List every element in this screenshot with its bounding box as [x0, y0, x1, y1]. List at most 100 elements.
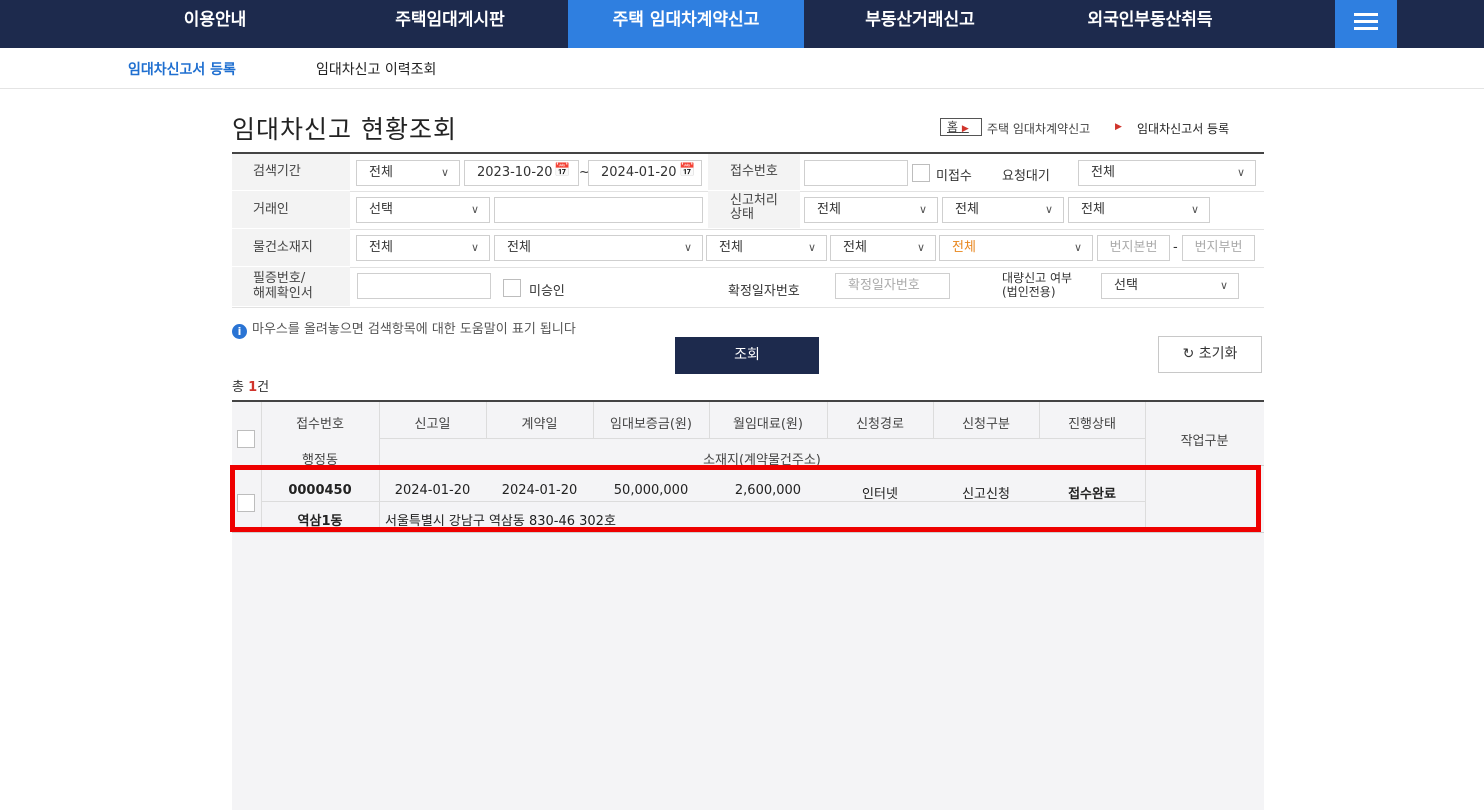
period-select-value: 전체 [369, 165, 393, 180]
search-row-location: 물건소재지 전체 ∨ 전체 ∨ 전체 ∨ 전체 ∨ 전체 ∨ 번지본번 - 번지부번 [232, 229, 1264, 268]
search-form: 검색기간 전체 ∨ 2023-10-20 📅 ~ 2024-01-20 📅 접수번… [232, 152, 1264, 309]
col-header-deposit[interactable]: 임대보증금(원) [593, 413, 709, 432]
col-header-report-date[interactable]: 신고일 [379, 413, 486, 432]
process-status-select-3[interactable]: 전체 ∨ [1068, 197, 1210, 223]
confirm-date-input[interactable]: 확정일자번호 [835, 273, 950, 299]
info-icon: i [232, 324, 247, 339]
lot-dash: - [1173, 240, 1178, 255]
unapproved-label: 미승인 [529, 284, 565, 299]
reset-button[interactable]: ↻ 초기화 [1158, 336, 1262, 373]
chevron-down-icon: ∨ [1236, 166, 1245, 179]
col-header-address: 소재지(계약물건주소) [703, 453, 821, 468]
lot-main-placeholder: 번지본번 [1109, 240, 1158, 255]
chevron-down-icon: ∨ [440, 166, 449, 179]
help-text: i 마우스를 올려놓으면 검색항목에 대한 도움말이 표기 됩니다 [232, 318, 576, 339]
cell-dong: 역삼1동 [297, 514, 343, 529]
chevron-down-icon: ∨ [918, 203, 927, 216]
trader-name-input[interactable] [494, 197, 703, 223]
total-prefix: 총 [232, 380, 249, 395]
col-header-contract-date[interactable]: 계약일 [486, 413, 593, 432]
receipt-no-input[interactable] [804, 160, 908, 186]
col-header-receipt-no[interactable]: 접수번호 [261, 413, 379, 432]
chevron-down-icon: ∨ [1219, 279, 1228, 292]
chevron-down-icon: ∨ [916, 241, 925, 254]
lot-main-input[interactable]: 번지본번 [1097, 235, 1170, 261]
receipt-no-label: 접수번호 [708, 154, 800, 190]
col-header-rent[interactable]: 월임대료(원) [709, 413, 827, 432]
subnav-item-register[interactable]: 임대차신고서 등록 [128, 59, 236, 79]
date-from-value: 2023-10-20 [477, 165, 553, 180]
period-label: 검색기간 [232, 154, 350, 190]
process-status-value: 전체 [1081, 202, 1105, 217]
calendar-icon[interactable]: 📅 [554, 163, 570, 178]
caret-right-icon: ▶ [1115, 122, 1122, 132]
process-status-select-2[interactable]: 전체 ∨ [942, 197, 1064, 223]
request-wait-select[interactable]: 전체 ∨ [1078, 160, 1256, 186]
nav-item-real-estate-report[interactable]: 부동산거래신고 [840, 0, 1000, 48]
nav-item-rental-report[interactable]: 주택 임대차계약신고 [568, 0, 804, 48]
not-received-checkbox[interactable] [912, 164, 930, 182]
top-navigation: 이용안내 주택임대게시판 주택 임대차계약신고 부동산거래신고 외국인부동산취득 [0, 0, 1484, 48]
process-status-select-1[interactable]: 전체 ∨ [804, 197, 938, 223]
not-received-label: 미접수 [936, 169, 972, 184]
location-label: 물건소재지 [232, 229, 350, 266]
chevron-down-icon: ∨ [470, 203, 479, 216]
location-value: 전체 [507, 240, 531, 255]
cell-receipt-no[interactable]: 0000450 [261, 483, 379, 498]
location-value: 전체 [952, 240, 976, 255]
breadcrumb-current: 임대차신고서 등록 [1137, 122, 1230, 136]
search-row-certificate: 필증번호/ 해제확인서 미승인 확정일자번호 확정일자번호 대량신고 여부 (법… [232, 267, 1264, 308]
cert-label: 필증번호/ 해제확인서 [232, 267, 350, 306]
confirm-date-label: 확정일자번호 [728, 284, 800, 299]
breadcrumb-home-link[interactable]: 홈 ▶ [940, 118, 982, 136]
cell-report-date: 2024-01-20 [394, 483, 471, 498]
divider [379, 438, 1145, 439]
confirm-date-placeholder: 확정일자번호 [848, 278, 920, 293]
hamburger-menu-icon[interactable] [1335, 0, 1397, 48]
process-status-value: 전체 [955, 202, 979, 217]
sub-navigation: 임대차신고서 등록 임대차신고 이력조회 [0, 48, 1484, 89]
cell-contract-date: 2024-01-20 [501, 483, 578, 498]
nav-item-guide[interactable]: 이용안내 [140, 0, 290, 48]
process-status-value: 전체 [817, 202, 841, 217]
period-select[interactable]: 전체 ∨ [356, 160, 460, 186]
search-button[interactable]: 조회 [675, 337, 819, 374]
search-row-period: 검색기간 전체 ∨ 2023-10-20 📅 ~ 2024-01-20 📅 접수번… [232, 154, 1264, 192]
location-sido-select[interactable]: 전체 ∨ [356, 235, 490, 261]
row-checkbox[interactable] [237, 494, 255, 512]
location-ri-select[interactable]: 전체 ∨ [830, 235, 936, 261]
chevron-down-icon: ∨ [1190, 203, 1199, 216]
nav-item-rental-board[interactable]: 주택임대게시판 [370, 0, 530, 48]
location-dong-select[interactable]: 전체 ∨ [706, 235, 827, 261]
col-header-status[interactable]: 진행상태 [1039, 413, 1145, 432]
request-wait-label: 요청대기 [1002, 169, 1050, 184]
reset-button-label: 초기화 [1198, 346, 1238, 362]
search-row-trader: 거래인 선택 ∨ 신고처리 상태 전체 ∨ 전체 ∨ 전체 ∨ [232, 191, 1264, 230]
unapproved-checkbox[interactable] [503, 279, 521, 297]
cert-input[interactable] [357, 273, 491, 299]
request-wait-value: 전체 [1091, 165, 1115, 180]
caret-right-icon: ▶ [961, 124, 969, 134]
col-header-category[interactable]: 신청구분 [933, 413, 1039, 432]
lot-sub-input[interactable]: 번지부번 [1182, 235, 1255, 261]
chevron-down-icon: ∨ [470, 241, 479, 254]
nav-item-foreigner-acquisition[interactable]: 외국인부동산취득 [1060, 0, 1240, 48]
divider [1145, 402, 1146, 532]
cell-address: 서울특별시 강남구 역삼동 830-46 302호 [385, 514, 616, 529]
subnav-item-history[interactable]: 임대차신고 이력조회 [316, 59, 436, 79]
location-type-select[interactable]: 전체 ∨ [939, 235, 1093, 261]
chevron-down-icon: ∨ [683, 241, 692, 254]
location-sigungu-select[interactable]: 전체 ∨ [494, 235, 703, 261]
col-header-dong: 행정동 [302, 453, 338, 468]
divider [232, 532, 1264, 533]
bulk-report-label: 대량신고 여부 (법인전용) [1002, 271, 1073, 299]
trader-select[interactable]: 선택 ∨ [356, 197, 490, 223]
select-all-checkbox[interactable] [237, 430, 255, 448]
cell-rent: 2,600,000 [734, 483, 802, 498]
breadcrumb-item[interactable]: 주택 임대차계약신고 [987, 120, 1090, 137]
col-header-route[interactable]: 신청경로 [827, 413, 933, 432]
chevron-down-icon: ∨ [807, 241, 816, 254]
calendar-icon[interactable]: 📅 [679, 163, 695, 178]
bulk-report-select[interactable]: 선택 ∨ [1101, 273, 1239, 299]
chevron-down-icon: ∨ [1073, 241, 1082, 254]
